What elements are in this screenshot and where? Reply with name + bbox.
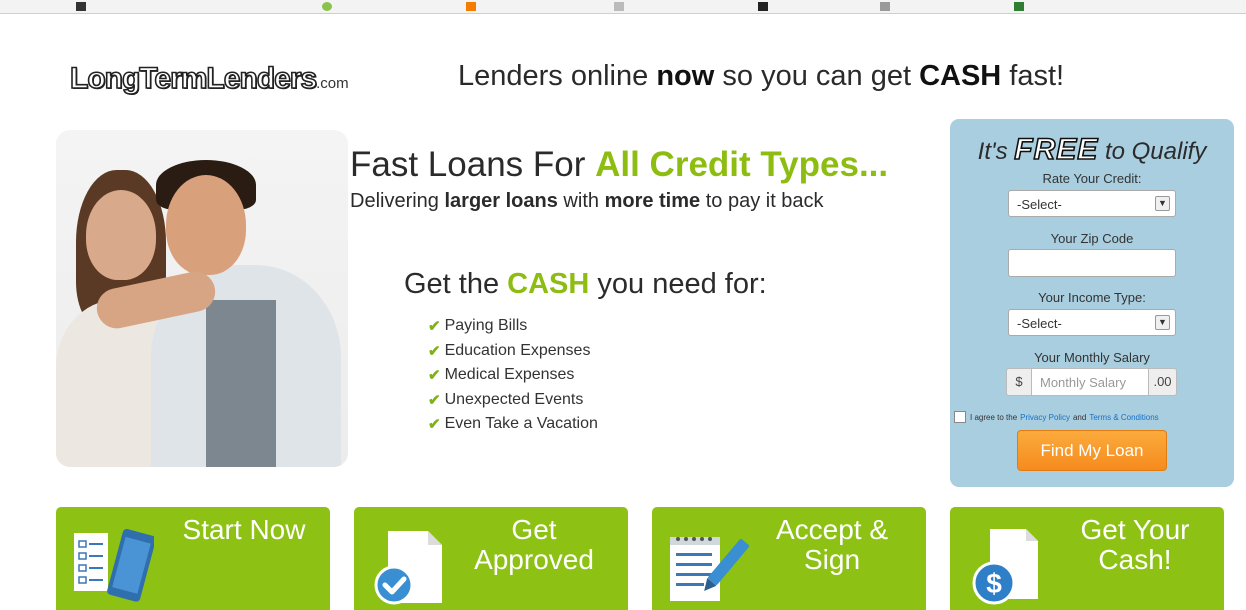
headline-highlight: All Credit Types...: [595, 145, 889, 184]
form-title-text: It's: [977, 138, 1015, 165]
list-item: ✔ Unexpected Events: [428, 388, 598, 413]
step-title: Start Now: [164, 515, 324, 545]
tagline-emphasis: now: [656, 60, 715, 92]
agree-checkbox[interactable]: [954, 411, 966, 423]
agree-text: I agree to the: [970, 412, 1018, 422]
subhead-emphasis: larger loans: [444, 190, 558, 212]
cash-heading-text: Get the: [404, 268, 508, 300]
tagline-text: so you can get: [714, 60, 920, 92]
income-type-value: -Select-: [1017, 316, 1062, 331]
credit-rating-select[interactable]: -Select- ▼: [1008, 190, 1176, 217]
cash-heading-highlight: CASH: [507, 268, 590, 300]
phone-checklist-icon: [74, 528, 154, 602]
currency-prefix: $: [1006, 368, 1032, 396]
step-title: Get Your Cash!: [1050, 515, 1220, 575]
browser-bookmarks-bar: [0, 0, 1246, 14]
step-tile-start-now[interactable]: Start Now: [56, 507, 330, 610]
list-item: ✔ Medical Expenses: [428, 363, 598, 388]
subhead-text: to pay it back: [700, 190, 824, 212]
subhead-emphasis: more time: [604, 190, 701, 212]
main-headline: Fast Loans For All Credit Types...: [350, 145, 888, 185]
dollar-document-icon: $: [972, 529, 1038, 605]
list-item: ✔ Education Expenses: [428, 339, 598, 364]
terms-agreement: I agree to the Privacy Policy and Terms …: [954, 411, 1232, 423]
find-my-loan-button[interactable]: Find My Loan: [1017, 430, 1167, 471]
monthly-salary-label: Your Monthly Salary: [1034, 350, 1150, 365]
monthly-salary-group: $ .00: [1006, 368, 1177, 396]
credit-rating-label: Rate Your Credit:: [1042, 171, 1142, 186]
qualify-form-panel: It's FREE to Qualify Rate Your Credit: -…: [950, 119, 1234, 487]
step-title-line: Get Your: [1080, 514, 1190, 545]
bookmark-favicon[interactable]: [466, 2, 476, 11]
svg-text:$: $: [986, 568, 1002, 599]
step-title-line: Accept &: [775, 514, 889, 545]
bookmark-favicon[interactable]: [322, 2, 332, 11]
bookmark-favicon[interactable]: [76, 2, 86, 11]
bookmark-favicon[interactable]: [880, 2, 890, 11]
agree-text: and: [1072, 412, 1087, 422]
cents-suffix: .00: [1148, 368, 1177, 396]
hero-couple-photo: [56, 130, 348, 467]
tagline-text: Lenders online: [458, 60, 657, 92]
tagline-text: fast!: [1001, 60, 1065, 92]
site-logo[interactable]: LongTermLenders.com: [69, 61, 349, 96]
form-title-free: FREE: [1013, 132, 1099, 167]
list-item: ✔ Even Take a Vacation: [428, 412, 598, 437]
terms-conditions-link[interactable]: Terms & Conditions: [1089, 413, 1158, 422]
list-item-label: Unexpected Events: [444, 390, 584, 408]
cash-heading: Get the CASH you need for:: [404, 268, 767, 301]
headline-text: Fast Loans For: [350, 145, 596, 184]
bookmark-favicon[interactable]: [614, 2, 624, 11]
step-tile-get-approved[interactable]: Get Approved: [354, 507, 628, 610]
document-checkmark-icon: [374, 531, 442, 605]
checkmark-icon: ✔: [428, 342, 441, 360]
checkmark-icon: ✔: [428, 416, 441, 434]
income-type-select[interactable]: -Select- ▼: [1008, 309, 1176, 336]
zip-code-label: Your Zip Code: [1050, 231, 1134, 246]
list-item-label: Paying Bills: [444, 317, 528, 335]
subhead-text: Delivering: [350, 190, 445, 212]
list-item: ✔ Paying Bills: [428, 314, 598, 339]
step-title-line: Start Now: [182, 514, 306, 545]
income-type-label: Your Income Type:: [1038, 290, 1146, 305]
form-title: It's FREE to Qualify: [950, 132, 1234, 167]
list-item-label: Even Take a Vacation: [444, 415, 598, 433]
bookmark-favicon[interactable]: [1014, 2, 1024, 11]
tagline-emphasis: CASH: [919, 60, 1002, 92]
step-title-line: Sign: [803, 544, 861, 575]
chevron-down-icon[interactable]: ▼: [1155, 315, 1170, 330]
step-tile-accept-sign[interactable]: Accept & Sign: [652, 507, 926, 610]
checkmark-icon: ✔: [428, 318, 441, 336]
step-title: Get Approved: [454, 515, 614, 575]
bookmark-favicon[interactable]: [758, 2, 768, 11]
privacy-policy-link[interactable]: Privacy Policy: [1020, 413, 1070, 422]
sub-headline: Delivering larger loans with more time t…: [350, 190, 824, 213]
credit-rating-value: -Select-: [1017, 197, 1062, 212]
header-tagline: Lenders online now so you can get CASH f…: [458, 60, 1064, 93]
logo-name: LongTermLenders: [69, 61, 318, 96]
monthly-salary-input[interactable]: [1032, 368, 1148, 396]
step-title-line: Approved: [474, 544, 594, 575]
cash-heading-text: you need for:: [589, 268, 767, 300]
list-item-label: Medical Expenses: [444, 366, 575, 384]
checkmark-icon: ✔: [428, 367, 441, 385]
chevron-down-icon[interactable]: ▼: [1155, 196, 1170, 211]
step-title: Accept & Sign: [752, 515, 912, 575]
step-title-line: Get: [511, 514, 557, 545]
notepad-pen-icon: [670, 537, 750, 601]
step-tile-get-cash[interactable]: $ Get Your Cash!: [950, 507, 1224, 610]
subhead-text: with: [557, 190, 605, 212]
zip-code-field[interactable]: [1008, 249, 1176, 277]
form-title-text: to Qualify: [1098, 138, 1207, 165]
logo-suffix: .com: [316, 75, 349, 92]
step-title-line: Cash!: [1098, 544, 1172, 575]
checkmark-icon: ✔: [428, 391, 441, 409]
list-item-label: Education Expenses: [444, 341, 591, 359]
reasons-list: ✔ Paying Bills ✔ Education Expenses ✔ Medic…: [428, 314, 598, 437]
